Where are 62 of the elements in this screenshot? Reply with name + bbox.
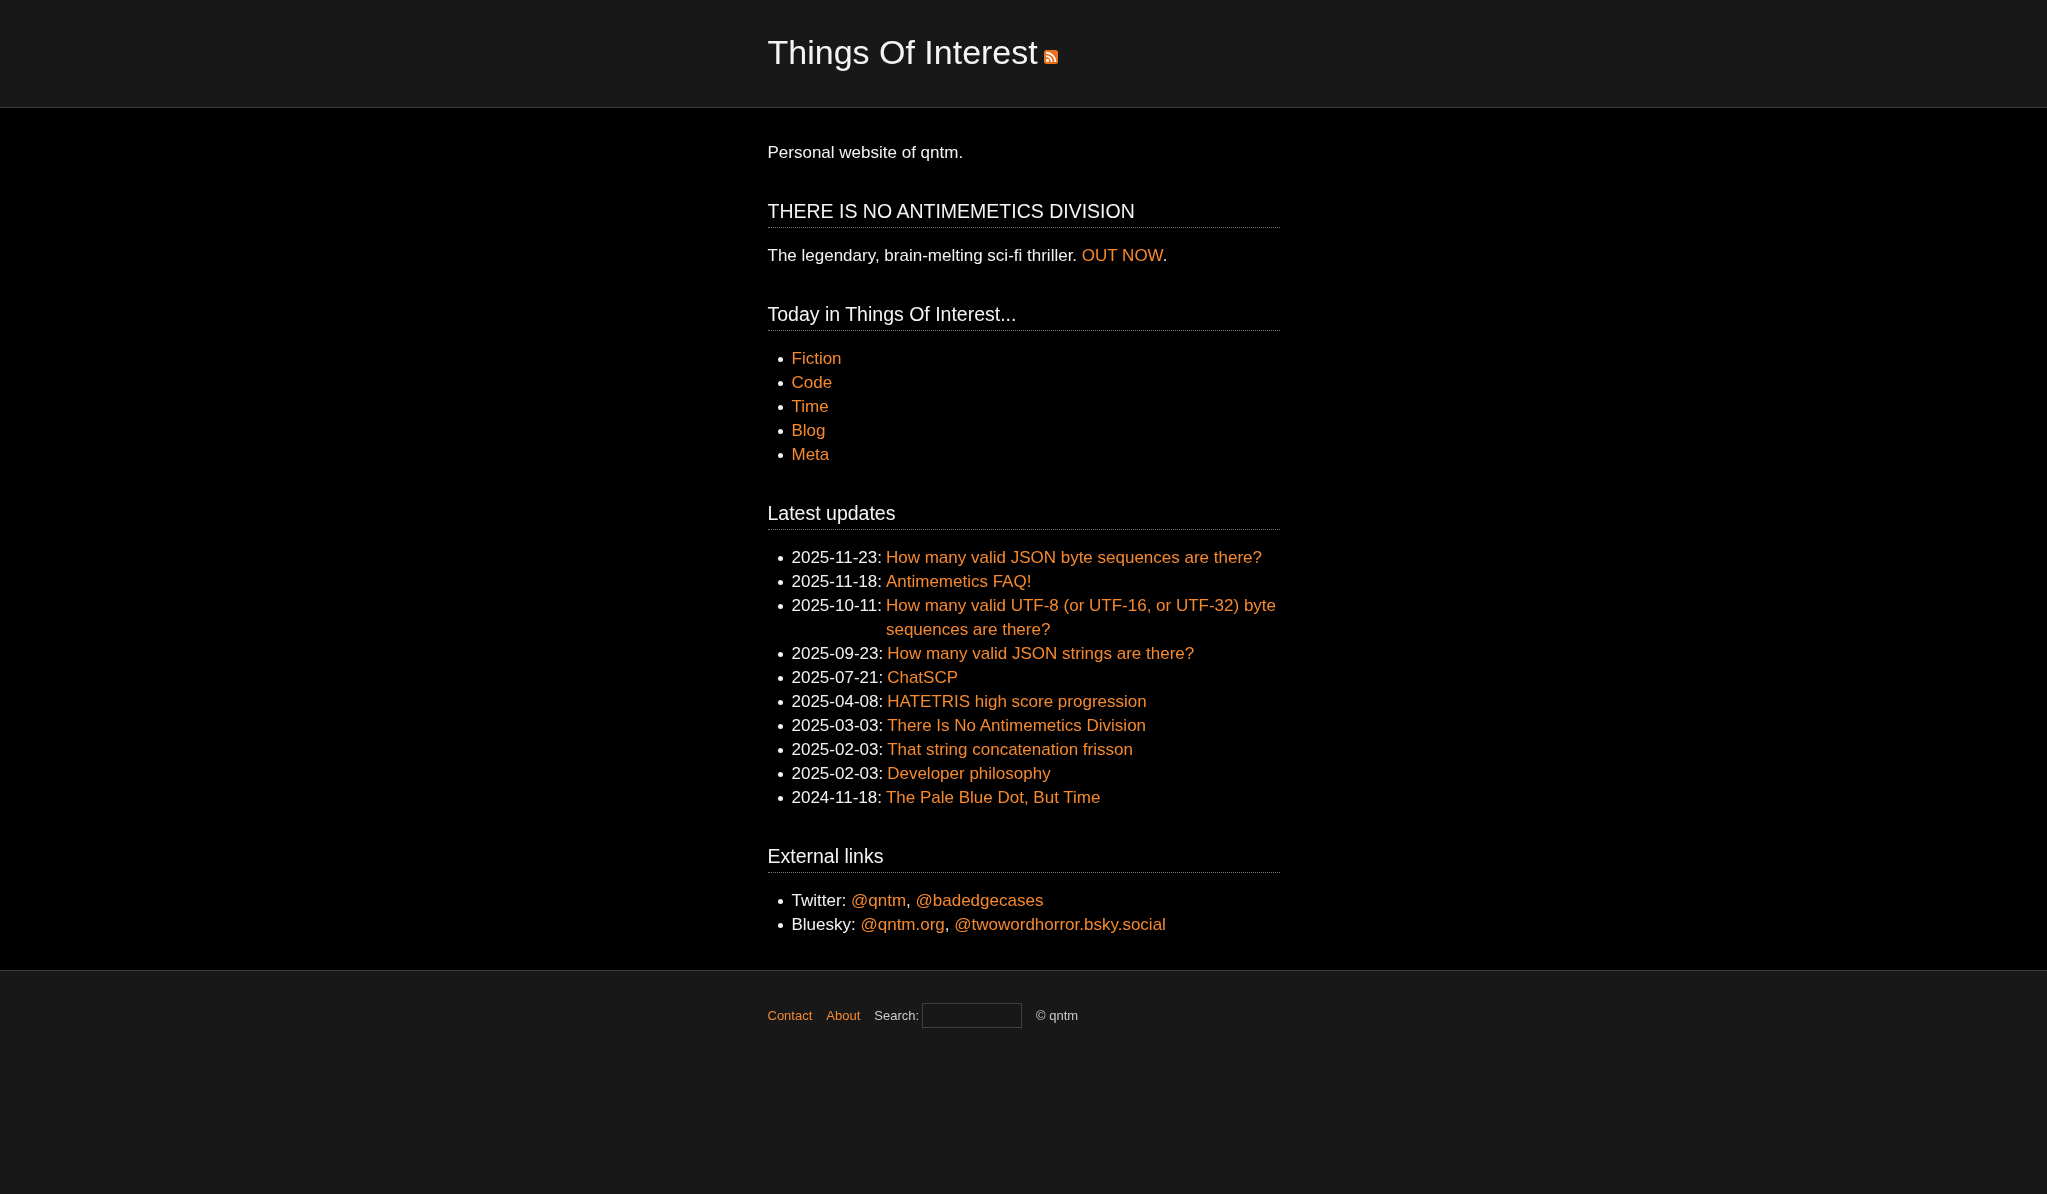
bullet-icon [777,453,783,458]
site-title: Things Of Interest [767,33,1038,71]
bullet-icon [777,429,783,434]
social-link[interactable]: @twowordhorror.bsky.social [954,915,1166,934]
social-links-line: Twitter: @qntm, @badedgecases [791,890,1045,912]
social-link[interactable]: @qntm.org [860,915,945,934]
update-date: 2025-03-03: [791,715,884,737]
search-field[interactable] [922,1003,1023,1028]
bullet-icon [777,676,783,681]
footer-link[interactable]: Contact [767,1006,813,1025]
update-link[interactable]: Antimemetics FAQ! [885,570,1032,594]
section-link[interactable]: Meta [791,443,830,467]
bullet-icon [777,405,783,410]
bullet-icon [777,748,783,753]
bullet-icon [777,652,783,657]
update-link[interactable]: How many valid JSON byte sequences are there? [885,546,1262,570]
out-now-link[interactable]: OUT NOW [1081,246,1163,265]
social-links-line: Bluesky: @qntm.org, @twowordhorror.bsky.social [791,914,1167,936]
update-link[interactable]: ChatSCP [887,666,959,690]
bullet-icon [777,923,783,928]
bullet-icon [777,724,783,729]
update-date: 2024-11-18: [791,787,882,809]
update-date: 2025-11-23: [791,547,882,569]
section-link[interactable]: Blog [791,419,826,443]
update-link[interactable]: Developer philosophy [887,762,1051,786]
bullet-icon [777,700,783,705]
section-heading: External links [767,843,1280,873]
bullet-icon [777,580,783,585]
bullet-icon [777,899,783,904]
rss-feed-icon[interactable] [1043,50,1058,64]
bullet-icon [777,381,783,386]
update-date: 2025-02-03: [791,739,884,761]
search-label: Search: [874,1006,920,1025]
update-link[interactable]: HATETRIS high score progression [887,690,1147,714]
intro-text: Personal website of qntm. [767,142,965,164]
bullet-icon [777,357,783,362]
update-date: 2025-10-11: [791,595,882,617]
section-link[interactable]: Code [791,371,833,395]
section-heading: Today in Things Of Interest... [767,301,1280,331]
update-date: 2025-11-18: [791,571,882,593]
section-link[interactable]: Time [791,395,829,419]
update-link[interactable]: How many valid JSON strings are there? [887,642,1195,666]
section-link[interactable]: Fiction [791,347,842,371]
bullet-icon [777,604,783,609]
footer-link[interactable]: About [826,1006,861,1025]
update-date: 2025-07-21: [791,667,884,689]
update-date: 2025-09-23: [791,643,884,665]
social-link[interactable]: @qntm [851,891,907,910]
update-link[interactable]: That string concatenation frisson [887,738,1133,762]
update-link[interactable]: How many valid UTF-8 (or UTF-16, or UTF-32) byte sequences are there? [885,594,1280,642]
update-link[interactable]: There Is No Antimemetics Division [887,714,1147,738]
bullet-icon [777,796,783,801]
section-heading: THERE IS NO ANTIMEMETICS DIVISION [767,198,1280,228]
update-date: 2025-02-03: [791,763,884,785]
bullet-icon [777,556,783,561]
promo-text: The legendary, brain-melting sci-fi thriller. OUT NOW. [767,245,1169,267]
social-link[interactable]: @badedgecases [915,891,1044,910]
section-heading: Latest updates [767,500,1280,530]
copyright-text: © qntm [1036,1006,1079,1025]
update-date: 2025-04-08: [791,691,884,713]
bullet-icon [777,772,783,777]
update-link[interactable]: The Pale Blue Dot, But Time [885,786,1101,810]
